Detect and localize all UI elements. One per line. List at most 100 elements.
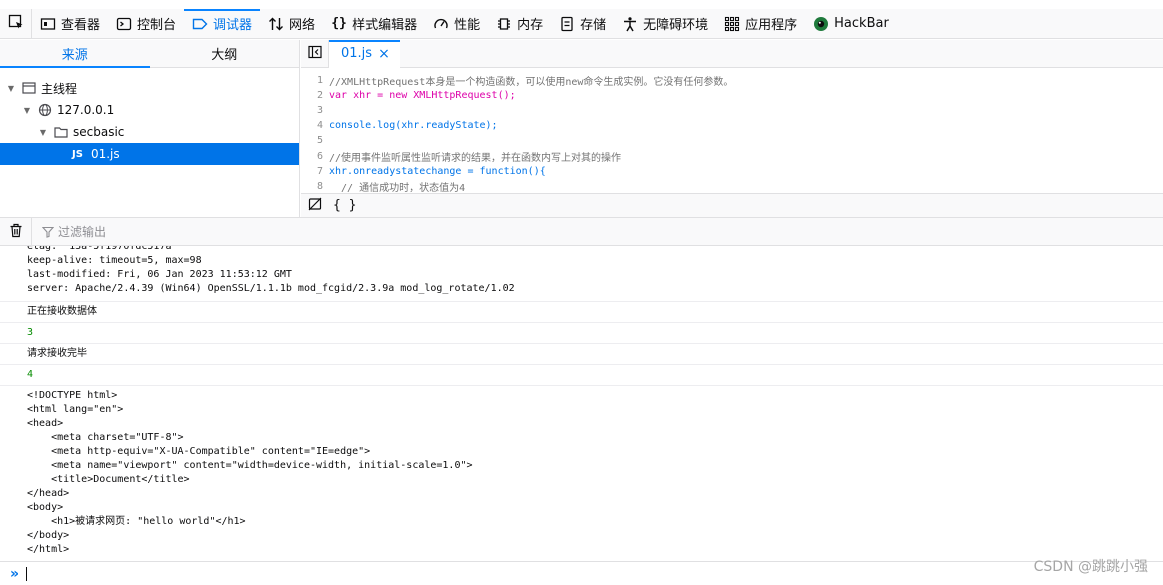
- tab-debugger[interactable]: 调试器: [184, 8, 261, 39]
- breakpoint-off-icon: [308, 197, 322, 214]
- devtools-toolbar: 查看器 控制台 调试器 网络 {} 样式编辑器 性能 内存 存储 无障碍环境 应…: [0, 8, 1163, 39]
- tree-item-main-thread[interactable]: ▼ 主线程: [0, 77, 299, 99]
- clear-console-button[interactable]: [0, 217, 32, 246]
- code-line: 3: [301, 103, 1163, 118]
- sources-pane: 来源 大纲 ▼ 主线程 ▼ 127.0.0.1 ▼ secbasic JS 01…: [0, 40, 300, 217]
- expanded-arrow-icon: ▼: [39, 127, 47, 137]
- source-editor: 01.js × 1 //XMLHttpRequest本身是一个构造函数，可以使用…: [301, 39, 1163, 217]
- tab-inspector-label: 查看器: [61, 18, 101, 33]
- application-icon: [724, 16, 740, 32]
- response-headers-text: etag: "13a-5f1970fdc517a" keep-alive: ti…: [27, 246, 515, 294]
- performance-icon: [433, 16, 449, 32]
- tab-storage[interactable]: 存储: [551, 9, 614, 39]
- code-line: 8 // 通信成功时，状态值为4: [301, 179, 1163, 193]
- tab-storage-label: 存储: [580, 18, 607, 33]
- sidebar-collapse-icon: [307, 45, 322, 62]
- line-number[interactable]: 2: [301, 90, 329, 101]
- element-picker-icon: [8, 14, 24, 33]
- element-picker-button[interactable]: [0, 8, 32, 39]
- toggle-sources-pane-button[interactable]: [301, 39, 329, 68]
- accessibility-icon: [622, 16, 638, 32]
- tab-console[interactable]: 控制台: [108, 9, 184, 39]
- tab-application-label: 应用程序: [745, 18, 798, 33]
- style-editor-icon: {}: [331, 16, 347, 31]
- line-number[interactable]: 7: [301, 166, 329, 177]
- line-number[interactable]: 8: [301, 181, 329, 192]
- editor-tabs: 01.js ×: [301, 39, 1163, 68]
- hackbar-icon: [813, 16, 829, 32]
- console-icon: [116, 16, 132, 32]
- folder-icon: [54, 125, 68, 139]
- expanded-arrow-icon: ▼: [23, 105, 31, 115]
- sources-pane-tabs: 来源 大纲: [0, 40, 299, 68]
- tree-label-folder: secbasic: [73, 125, 125, 139]
- console-output: etag: "13a-5f1970fdc517a" keep-alive: ti…: [0, 246, 1163, 561]
- tab-network-label: 网络: [289, 18, 316, 33]
- tree-label-file: 01.js: [90, 147, 120, 161]
- editor-file-tab[interactable]: 01.js ×: [329, 39, 400, 68]
- tab-accessibility[interactable]: 无障碍环境: [614, 9, 716, 39]
- tree-label-main-thread: 主线程: [41, 81, 78, 96]
- tree-item-host[interactable]: ▼ 127.0.0.1: [0, 99, 299, 121]
- log-receiving-text: 正在接收数据体: [27, 306, 97, 317]
- line-number[interactable]: 6: [301, 151, 329, 162]
- expanded-arrow-icon: ▼: [7, 83, 15, 93]
- console-message: 请求接收完毕: [0, 344, 1163, 365]
- tab-performance[interactable]: 性能: [425, 9, 488, 39]
- network-icon: [268, 16, 284, 32]
- filter-icon: [42, 226, 54, 238]
- tab-network[interactable]: 网络: [260, 9, 323, 39]
- pretty-print-button[interactable]: { }: [333, 198, 356, 213]
- filter-output-input[interactable]: 过滤输出: [42, 223, 106, 240]
- console-toolbar: 过滤输出: [0, 217, 1163, 246]
- globe-icon: [38, 103, 52, 117]
- tab-application[interactable]: 应用程序: [716, 9, 805, 39]
- filter-placeholder: 过滤输出: [58, 225, 107, 239]
- line-number[interactable]: 1: [301, 75, 329, 86]
- code-text: // 通信成功时，状态值为4: [329, 182, 466, 193]
- code-area[interactable]: 1 //XMLHttpRequest本身是一个构造函数，可以使用new命令生成实…: [301, 69, 1163, 193]
- code-text: //XMLHttpRequest本身是一个构造函数，可以使用new命令生成实例。…: [329, 77, 734, 89]
- log-done-text: 请求接收完毕: [27, 348, 87, 359]
- console-input[interactable]: »: [0, 561, 1163, 585]
- code-line: 1 //XMLHttpRequest本身是一个构造函数，可以使用new命令生成实…: [301, 73, 1163, 88]
- text-caret: [26, 566, 28, 581]
- tab-outline[interactable]: 大纲: [150, 40, 300, 67]
- code-text: console.log(xhr.readyState);: [329, 120, 498, 132]
- tab-memory-label: 内存: [517, 18, 544, 33]
- editor-file-tab-label: 01.js: [341, 46, 373, 61]
- tree-item-file[interactable]: JS 01.js: [0, 143, 299, 165]
- code-text: //使用事件监听属性监听请求的结果，并在函数内写上对其的操作: [329, 152, 622, 164]
- tab-sources[interactable]: 来源: [0, 40, 150, 68]
- inspector-icon: [40, 16, 56, 32]
- tab-memory[interactable]: 内存: [488, 9, 551, 39]
- js-file-icon: JS: [72, 148, 83, 160]
- code-text: var xhr = new XMLHttpRequest();: [329, 90, 516, 102]
- tree-item-folder[interactable]: ▼ secbasic: [0, 121, 299, 143]
- trash-icon: [9, 223, 23, 241]
- console-message: 4: [0, 365, 1163, 386]
- tab-console-label: 控制台: [137, 18, 177, 33]
- line-number[interactable]: 4: [301, 120, 329, 131]
- csdn-watermark: CSDN @跳跳小强: [1033, 559, 1148, 575]
- tab-hackbar[interactable]: HackBar: [805, 9, 897, 39]
- code-line: 6 //使用事件监听属性监听请求的结果，并在函数内写上对其的操作: [301, 148, 1163, 164]
- window-icon: [22, 81, 36, 95]
- console-message: 3: [0, 323, 1163, 344]
- console-message: <!DOCTYPE html> <html lang="en"> <head> …: [0, 386, 1163, 561]
- line-number[interactable]: 3: [301, 105, 329, 116]
- tab-accessibility-label: 无障碍环境: [643, 18, 709, 33]
- log-state-value: 4: [27, 369, 34, 380]
- tab-debugger-label: 调试器: [213, 18, 253, 33]
- response-html-text: <!DOCTYPE html> <html lang="en"> <head> …: [27, 390, 473, 555]
- tab-style-editor[interactable]: {} 样式编辑器: [323, 9, 425, 39]
- code-line: 4 console.log(xhr.readyState);: [301, 118, 1163, 133]
- tree-label-host: 127.0.0.1: [57, 103, 115, 117]
- disable-breakpoints-button[interactable]: [301, 195, 329, 217]
- console-message: 正在接收数据体: [0, 302, 1163, 323]
- tab-inspector[interactable]: 查看器: [32, 9, 108, 39]
- code-line: 2 var xhr = new XMLHttpRequest();: [301, 88, 1163, 103]
- log-state-value: 3: [27, 327, 34, 338]
- line-number[interactable]: 5: [301, 135, 329, 146]
- close-icon[interactable]: ×: [378, 46, 390, 62]
